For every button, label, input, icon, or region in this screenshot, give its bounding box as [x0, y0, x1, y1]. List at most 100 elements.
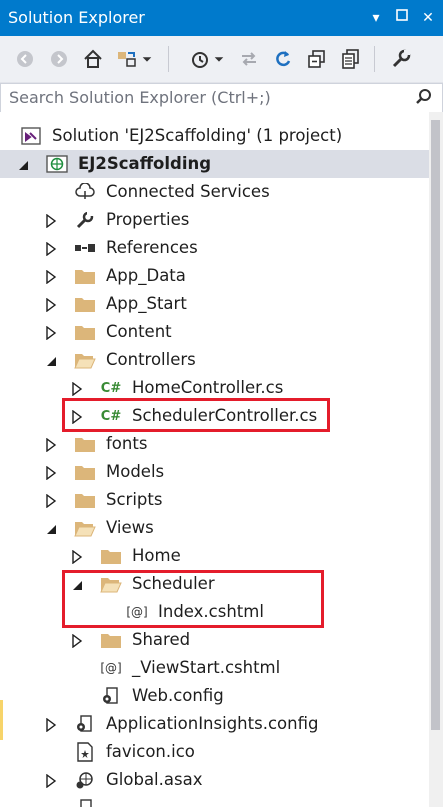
folder-icon	[74, 462, 96, 482]
sync-icon[interactable]	[236, 46, 262, 72]
switch-views-icon[interactable]	[114, 46, 140, 72]
tree-item-connected-services[interactable]: Connected Services	[0, 178, 443, 206]
pending-changes-dropdown-icon[interactable]	[212, 46, 226, 72]
config-file-icon	[74, 798, 96, 807]
toolbar	[0, 36, 443, 83]
show-all-files-icon[interactable]	[338, 46, 364, 72]
close-icon[interactable]: ✕	[418, 8, 438, 28]
refresh-icon[interactable]	[270, 46, 296, 72]
dropdown-icon[interactable]: ▾	[366, 8, 386, 28]
highlight-scheduler-controller	[62, 398, 330, 432]
toolbar-separator	[168, 46, 169, 72]
expand-arrow-icon[interactable]	[44, 437, 58, 453]
title-bar: Solution Explorer ▾ ✕	[0, 0, 443, 36]
tree-item-label: App_Data	[106, 266, 186, 285]
left-edge-marker	[0, 700, 3, 740]
tree-item-label: EJ2Scaffolding	[78, 154, 212, 173]
expand-arrow-icon[interactable]	[70, 381, 84, 397]
folder-icon	[74, 322, 96, 342]
tree-item-global-asax[interactable]: Global.asax	[0, 766, 443, 794]
home-icon[interactable]	[80, 46, 106, 72]
folder-icon	[74, 266, 96, 286]
tree-item-label: ApplicationInsights.config	[106, 714, 319, 733]
tree-item-views-webconfig[interactable]: Web.config	[0, 682, 443, 710]
tree-item-controllers[interactable]: Controllers	[0, 346, 443, 374]
pin-icon[interactable]	[392, 8, 412, 28]
open-folder-icon	[74, 518, 96, 538]
expand-arrow-icon[interactable]	[44, 325, 58, 341]
tree-item-app-data[interactable]: App_Data	[0, 262, 443, 290]
expand-arrow-icon[interactable]	[70, 633, 84, 649]
toolbar-separator	[374, 46, 375, 72]
expand-arrow-icon[interactable]	[44, 297, 58, 313]
global-asax-icon	[74, 770, 96, 790]
tree-item-favicon[interactable]: favicon.ico	[0, 738, 443, 766]
folder-icon	[100, 546, 122, 566]
icon-file-icon	[74, 742, 96, 762]
csharp-file-icon: C#	[100, 380, 122, 396]
tree-item-label: _ViewStart.cshtml	[132, 658, 281, 677]
tree-item-views-home[interactable]: Home	[0, 542, 443, 570]
tree-item-label: Controllers	[106, 350, 196, 369]
folder-icon	[74, 490, 96, 510]
collapse-arrow-icon[interactable]	[44, 521, 58, 535]
tree-item-label: fonts	[106, 434, 148, 453]
tree-item-models[interactable]: Models	[0, 458, 443, 486]
scrollbar-thumb[interactable]	[431, 120, 440, 730]
tree-item-properties[interactable]: Properties	[0, 206, 443, 234]
connected-services-icon	[74, 182, 96, 202]
tree-item-views[interactable]: Views	[0, 514, 443, 542]
tree-item-views-shared[interactable]: Shared	[0, 626, 443, 654]
chevron-down-icon[interactable]	[140, 46, 154, 72]
tree-item-label: favicon.ico	[106, 742, 195, 761]
tree-item-label: Models	[106, 462, 165, 481]
expand-arrow-icon[interactable]	[44, 241, 58, 257]
tree-item-content[interactable]: Content	[0, 318, 443, 346]
tree-item-label: Properties	[106, 210, 190, 229]
tree-item-label: Shared	[132, 630, 191, 649]
properties-icon[interactable]	[388, 46, 414, 72]
tree-item-label: Global.asax	[106, 770, 203, 789]
pending-changes-icon[interactable]	[186, 46, 212, 72]
open-folder-icon	[74, 350, 96, 370]
tree-item-scripts[interactable]: Scripts	[0, 486, 443, 514]
config-file-icon	[74, 714, 96, 734]
search-icon[interactable]	[414, 87, 434, 107]
tree-item-references[interactable]: References	[0, 234, 443, 262]
expand-arrow-icon[interactable]	[44, 269, 58, 285]
search-box[interactable]: Search Solution Explorer (Ctrl+;)	[0, 83, 443, 113]
folder-icon	[100, 630, 122, 650]
collapse-all-icon[interactable]	[304, 46, 330, 72]
tree-item-fonts[interactable]: fonts	[0, 430, 443, 458]
tree-item-label: Web.config	[132, 686, 224, 705]
collapse-arrow-icon[interactable]	[16, 157, 30, 171]
tree-item-project[interactable]: EJ2Scaffolding	[0, 150, 443, 178]
tree-item-viewstart[interactable]: [@] _ViewStart.cshtml	[0, 654, 443, 682]
window-title: Solution Explorer	[8, 8, 145, 27]
expand-arrow-icon[interactable]	[44, 717, 58, 733]
tree-item-label: Connected Services	[106, 182, 270, 201]
config-file-icon	[100, 686, 122, 706]
tree-item-label: Home	[132, 546, 181, 565]
expand-arrow-icon[interactable]	[44, 213, 58, 229]
tree-item-partial	[0, 794, 443, 807]
tree-item-appinsights-config[interactable]: ApplicationInsights.config	[0, 710, 443, 738]
collapse-arrow-icon[interactable]	[44, 353, 58, 367]
expand-arrow-icon[interactable]	[44, 493, 58, 509]
tree-item-label: Scripts	[106, 490, 163, 509]
expand-arrow-icon[interactable]	[70, 549, 84, 565]
folder-icon	[74, 294, 96, 314]
tree-item-label: Solution 'EJ2Scaffolding' (1 project)	[52, 126, 343, 145]
tree-item-label: References	[106, 238, 198, 257]
search-input[interactable]: Search Solution Explorer (Ctrl+;)	[9, 88, 271, 107]
expand-arrow-icon[interactable]	[44, 465, 58, 481]
solution-icon	[20, 126, 42, 146]
tree-item-label: HomeController.cs	[132, 378, 284, 397]
tree-item-solution[interactable]: Solution 'EJ2Scaffolding' (1 project)	[0, 122, 443, 150]
tree-item-app-start[interactable]: App_Start	[0, 290, 443, 318]
tree-item-label: Views	[106, 518, 154, 537]
expand-arrow-icon[interactable]	[44, 773, 58, 789]
solution-tree: Solution 'EJ2Scaffolding' (1 project) EJ…	[0, 112, 443, 807]
back-icon[interactable]	[12, 46, 38, 72]
forward-icon[interactable]	[46, 46, 72, 72]
